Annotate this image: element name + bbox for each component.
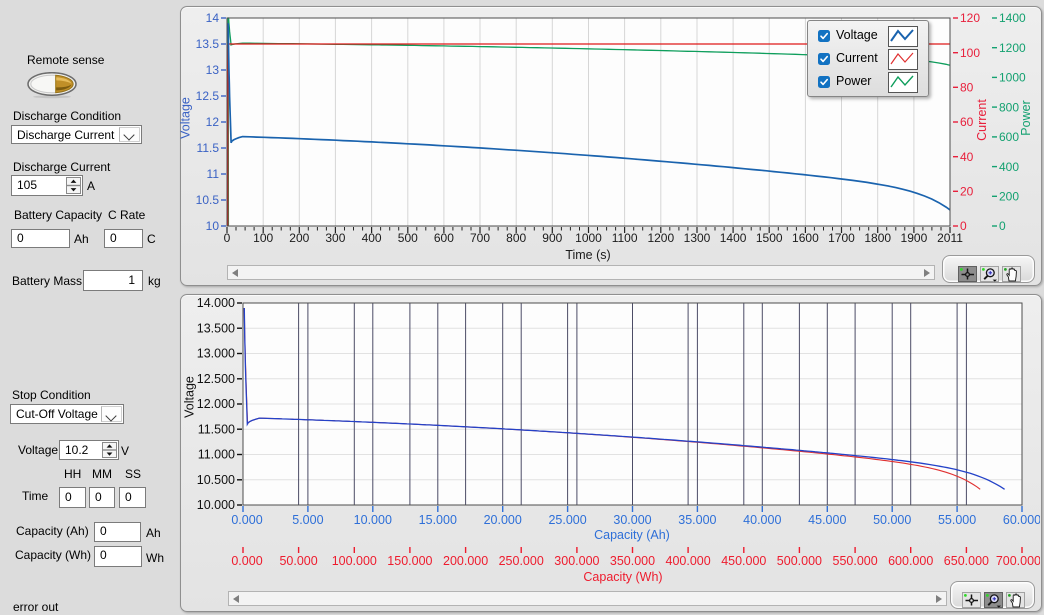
svg-text:200: 200 — [289, 231, 309, 245]
svg-text:13: 13 — [206, 63, 220, 77]
svg-text:Voltage: Voltage — [183, 376, 197, 418]
svg-text:80: 80 — [960, 81, 974, 95]
svg-text:13.500: 13.500 — [197, 322, 235, 336]
svg-text:13.5: 13.5 — [196, 37, 220, 51]
svg-text:14: 14 — [206, 11, 220, 25]
svg-text:Time (s): Time (s) — [565, 248, 610, 262]
svg-text:11.5: 11.5 — [197, 141, 220, 155]
svg-text:60.000: 60.000 — [1003, 513, 1040, 527]
svg-text:250.000: 250.000 — [499, 554, 544, 568]
svg-text:400: 400 — [362, 231, 382, 245]
svg-text:0: 0 — [224, 231, 231, 245]
svg-text:300.000: 300.000 — [554, 554, 599, 568]
svg-text:500: 500 — [398, 231, 418, 245]
svg-text:1600: 1600 — [792, 231, 819, 245]
svg-text:12: 12 — [206, 115, 220, 129]
svg-text:11.500: 11.500 — [198, 422, 235, 436]
svg-text:13.000: 13.000 — [197, 347, 235, 361]
svg-text:400.000: 400.000 — [666, 554, 711, 568]
svg-text:12.000: 12.000 — [197, 397, 235, 411]
svg-text:900: 900 — [542, 231, 562, 245]
svg-text:1400: 1400 — [720, 231, 747, 245]
svg-text:600: 600 — [999, 130, 1019, 144]
svg-text:20.000: 20.000 — [484, 513, 522, 527]
svg-text:1200: 1200 — [647, 231, 674, 245]
svg-text:5.000: 5.000 — [292, 513, 323, 527]
svg-text:55.000: 55.000 — [938, 513, 976, 527]
svg-text:Capacity (Wh): Capacity (Wh) — [583, 570, 662, 584]
svg-text:1000: 1000 — [999, 71, 1026, 85]
svg-text:100: 100 — [960, 46, 980, 60]
svg-text:0: 0 — [999, 219, 1006, 233]
svg-text:800: 800 — [999, 100, 1019, 114]
svg-text:40.000: 40.000 — [743, 513, 781, 527]
svg-text:200: 200 — [999, 190, 1019, 204]
svg-text:700: 700 — [470, 231, 490, 245]
svg-text:0.000: 0.000 — [231, 554, 262, 568]
svg-text:Voltage: Voltage — [180, 97, 193, 139]
svg-text:12.5: 12.5 — [196, 89, 220, 103]
svg-text:1200: 1200 — [999, 41, 1026, 55]
svg-text:350.000: 350.000 — [610, 554, 655, 568]
svg-text:450.000: 450.000 — [721, 554, 766, 568]
svg-text:200.000: 200.000 — [443, 554, 488, 568]
svg-text:600: 600 — [434, 231, 454, 245]
svg-text:45.000: 45.000 — [808, 513, 846, 527]
svg-text:300: 300 — [325, 231, 345, 245]
svg-text:50.000: 50.000 — [873, 513, 911, 527]
svg-text:15.000: 15.000 — [419, 513, 457, 527]
svg-text:11: 11 — [207, 167, 220, 181]
svg-text:Current: Current — [975, 99, 989, 141]
svg-text:35.000: 35.000 — [678, 513, 716, 527]
svg-text:1900: 1900 — [901, 231, 928, 245]
svg-text:100.000: 100.000 — [332, 554, 377, 568]
svg-text:1700: 1700 — [828, 231, 855, 245]
svg-text:10.000: 10.000 — [197, 498, 235, 512]
svg-text:10.000: 10.000 — [354, 513, 392, 527]
svg-text:1100: 1100 — [612, 231, 638, 245]
svg-text:0: 0 — [960, 219, 967, 233]
svg-text:400: 400 — [999, 160, 1019, 174]
svg-text:550.000: 550.000 — [833, 554, 878, 568]
svg-text:800: 800 — [506, 231, 526, 245]
svg-text:20: 20 — [960, 185, 974, 199]
svg-text:500.000: 500.000 — [777, 554, 822, 568]
svg-text:50.000: 50.000 — [279, 554, 317, 568]
svg-text:150.000: 150.000 — [387, 554, 432, 568]
svg-text:0.000: 0.000 — [231, 513, 262, 527]
svg-text:30.000: 30.000 — [613, 513, 651, 527]
svg-text:40: 40 — [960, 150, 974, 164]
svg-text:600.000: 600.000 — [888, 554, 933, 568]
svg-text:1400: 1400 — [999, 11, 1026, 25]
svg-text:120: 120 — [960, 11, 980, 25]
svg-text:25.000: 25.000 — [548, 513, 586, 527]
svg-text:650.000: 650.000 — [944, 554, 989, 568]
svg-text:1000: 1000 — [575, 231, 602, 245]
svg-text:11.000: 11.000 — [198, 448, 235, 462]
svg-text:100: 100 — [253, 231, 273, 245]
svg-text:14.000: 14.000 — [197, 296, 235, 310]
svg-text:1500: 1500 — [756, 231, 783, 245]
svg-text:10.5: 10.5 — [196, 193, 220, 207]
svg-text:10.500: 10.500 — [197, 473, 235, 487]
svg-text:12.500: 12.500 — [197, 372, 235, 386]
svg-text:Power: Power — [1019, 100, 1033, 135]
svg-text:60: 60 — [960, 115, 974, 129]
svg-text:700.000: 700.000 — [996, 554, 1040, 568]
svg-text:1800: 1800 — [864, 231, 891, 245]
svg-text:Capacity (Ah): Capacity (Ah) — [594, 528, 670, 542]
svg-text:1300: 1300 — [684, 231, 711, 245]
svg-text:10: 10 — [206, 219, 220, 233]
